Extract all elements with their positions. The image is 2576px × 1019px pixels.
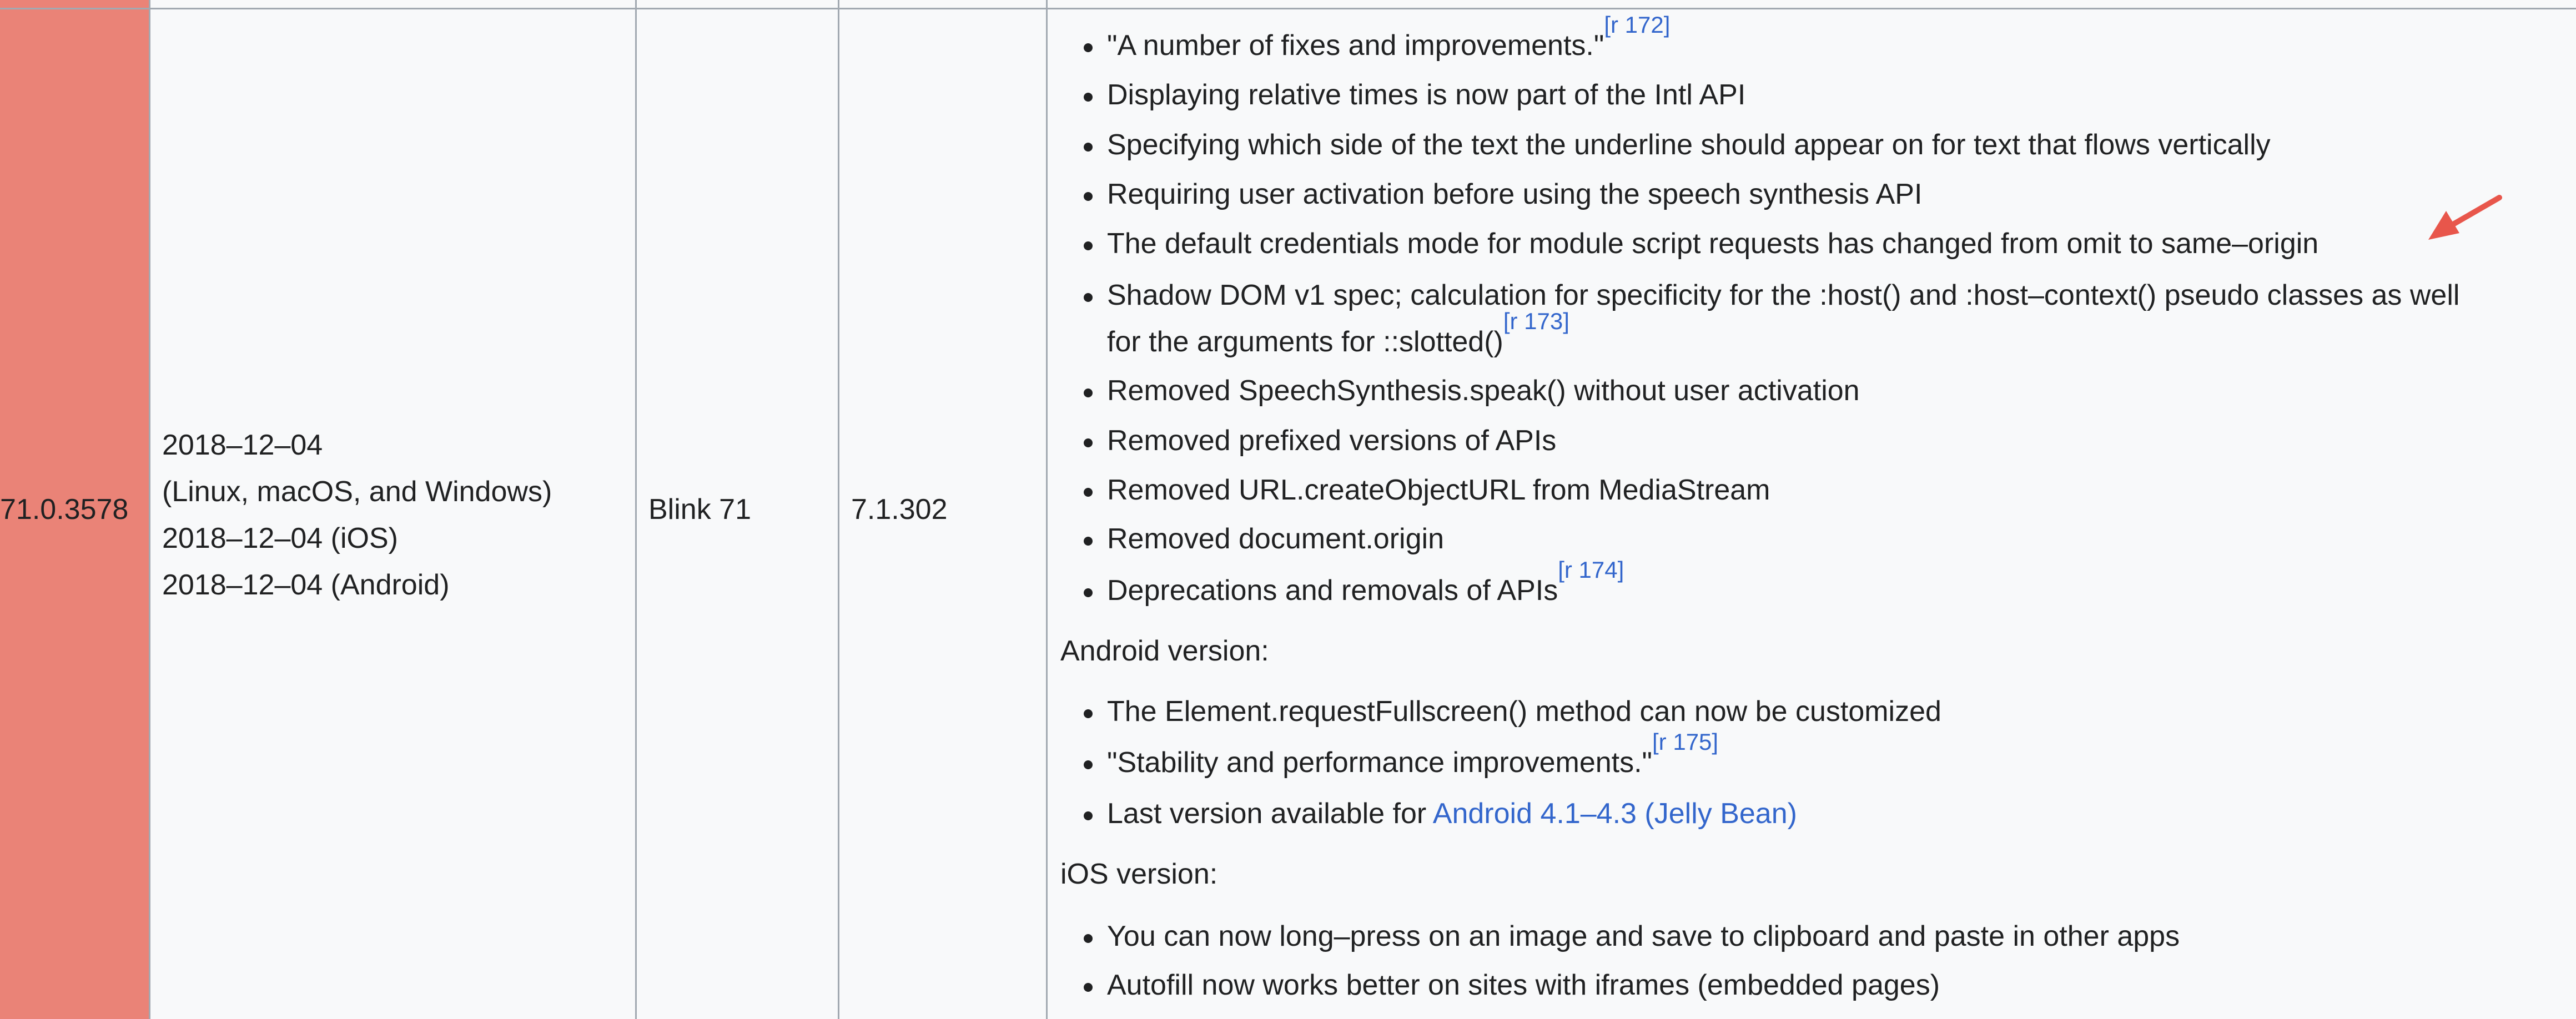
- list-item: Removed URL.createObjectURL from MediaSt…: [1084, 473, 1770, 507]
- list-item: Removed SpeechSynthesis.speak() without …: [1084, 374, 1860, 407]
- reference-link[interactable]: [r 172]: [1604, 12, 1670, 38]
- list-item: Requiring user activation before using t…: [1083, 178, 1923, 211]
- table-row-divider: [0, 8, 2576, 9]
- list-item: "A number of fixes and improvements."[r …: [1083, 13, 1670, 62]
- list-item-text: Removed URL.createObjectURL from MediaSt…: [1107, 474, 1770, 506]
- list-item-text: "Stability and performance improvements.…: [1107, 746, 1653, 779]
- list-item-text: The Element.requestFullscreen() method c…: [1107, 695, 1941, 728]
- v8-version-cell: 7.1.302: [851, 493, 948, 526]
- list-item-text: Removed SpeechSynthesis.speak() without …: [1107, 375, 1860, 407]
- release-date-cell: 2018–12–04 (Linux, macOS, and Windows) 2…: [162, 422, 628, 608]
- release-date-line: 2018–12–04 (Android): [162, 569, 450, 601]
- list-item: The Element.requestFullscreen() method c…: [1084, 695, 1941, 728]
- list-item-text: The default credentials mode for module …: [1107, 228, 2319, 260]
- list-item: Removed document.origin: [1084, 522, 1444, 556]
- list-item: Last version available for Android 4.1–4…: [1084, 797, 1797, 830]
- list-item-text: Removed prefixed versions of APIs: [1107, 425, 1557, 457]
- list-item: Displaying relative times is now part of…: [1083, 78, 1746, 112]
- reference-link[interactable]: [r 173]: [1503, 308, 1569, 334]
- list-item: Removed prefixed versions of APIs: [1083, 424, 1557, 457]
- list-item-text: for the arguments for ::slotted(): [1107, 326, 1503, 358]
- list-item: The default credentials mode for module …: [1083, 227, 2319, 260]
- jelly-bean-link[interactable]: Android 4.1–4.3 (Jelly Bean): [1433, 798, 1797, 830]
- red-arrow-icon: [2428, 195, 2502, 240]
- list-item-text: Specifying which side of the text the un…: [1107, 129, 2271, 161]
- list-item-text: You can now long–press on an image and s…: [1107, 920, 2180, 952]
- list-item-text: Displaying relative times is now part of…: [1107, 79, 1746, 111]
- list-item-text: Last version available for: [1107, 798, 1433, 830]
- list-item-text: Removed document.origin: [1107, 523, 1444, 555]
- list-item-text: Autofill now works better on sites with …: [1107, 969, 1940, 1001]
- version-number: 71.0.3578: [0, 493, 129, 526]
- list-item: Specifying which side of the text the un…: [1084, 128, 2271, 162]
- list-item-text: Deprecations and removals of APIs: [1107, 574, 1558, 607]
- release-table-row: 71.0.3578 2018–12–04 (Linux, macOS, and …: [0, 0, 2576, 1019]
- list-item: You can now long–press on an image and s…: [1083, 920, 2180, 953]
- engine-cell: Blink 71: [648, 493, 751, 526]
- reference-link[interactable]: [r 175]: [1652, 729, 1718, 755]
- list-item-text: Requiring user activation before using t…: [1107, 178, 1923, 210]
- release-date-line: 2018–12–04: [162, 429, 323, 461]
- release-date-line: 2018–12–04 (iOS): [162, 522, 398, 554]
- list-item: Shadow DOM v1 spec; calculation for spec…: [1083, 279, 2460, 312]
- reference-link[interactable]: [r 174]: [1558, 557, 1624, 583]
- list-item: Deprecations and removals of APIs[r 174]: [1083, 558, 1624, 607]
- list-item-text: Shadow DOM v1 spec; calculation for spec…: [1107, 279, 2460, 311]
- column-divider: [838, 0, 839, 1019]
- ios-version-heading: iOS version:: [1060, 858, 1218, 890]
- column-divider: [1046, 0, 1048, 1019]
- column-divider: [149, 0, 150, 1019]
- list-item-continuation: for the arguments for ::slotted()[r 173]: [1107, 309, 1569, 359]
- column-divider: [635, 0, 637, 1019]
- list-item: "Stability and performance improvements.…: [1083, 730, 1718, 779]
- release-date-line: (Linux, macOS, and Windows): [162, 476, 552, 508]
- android-version-heading: Android version:: [1060, 635, 1269, 667]
- list-item-text: "A number of fixes and improvements.": [1107, 29, 1604, 62]
- version-cell: 71.0.3578: [0, 0, 149, 1019]
- list-item: Autofill now works better on sites with …: [1083, 968, 1940, 1002]
